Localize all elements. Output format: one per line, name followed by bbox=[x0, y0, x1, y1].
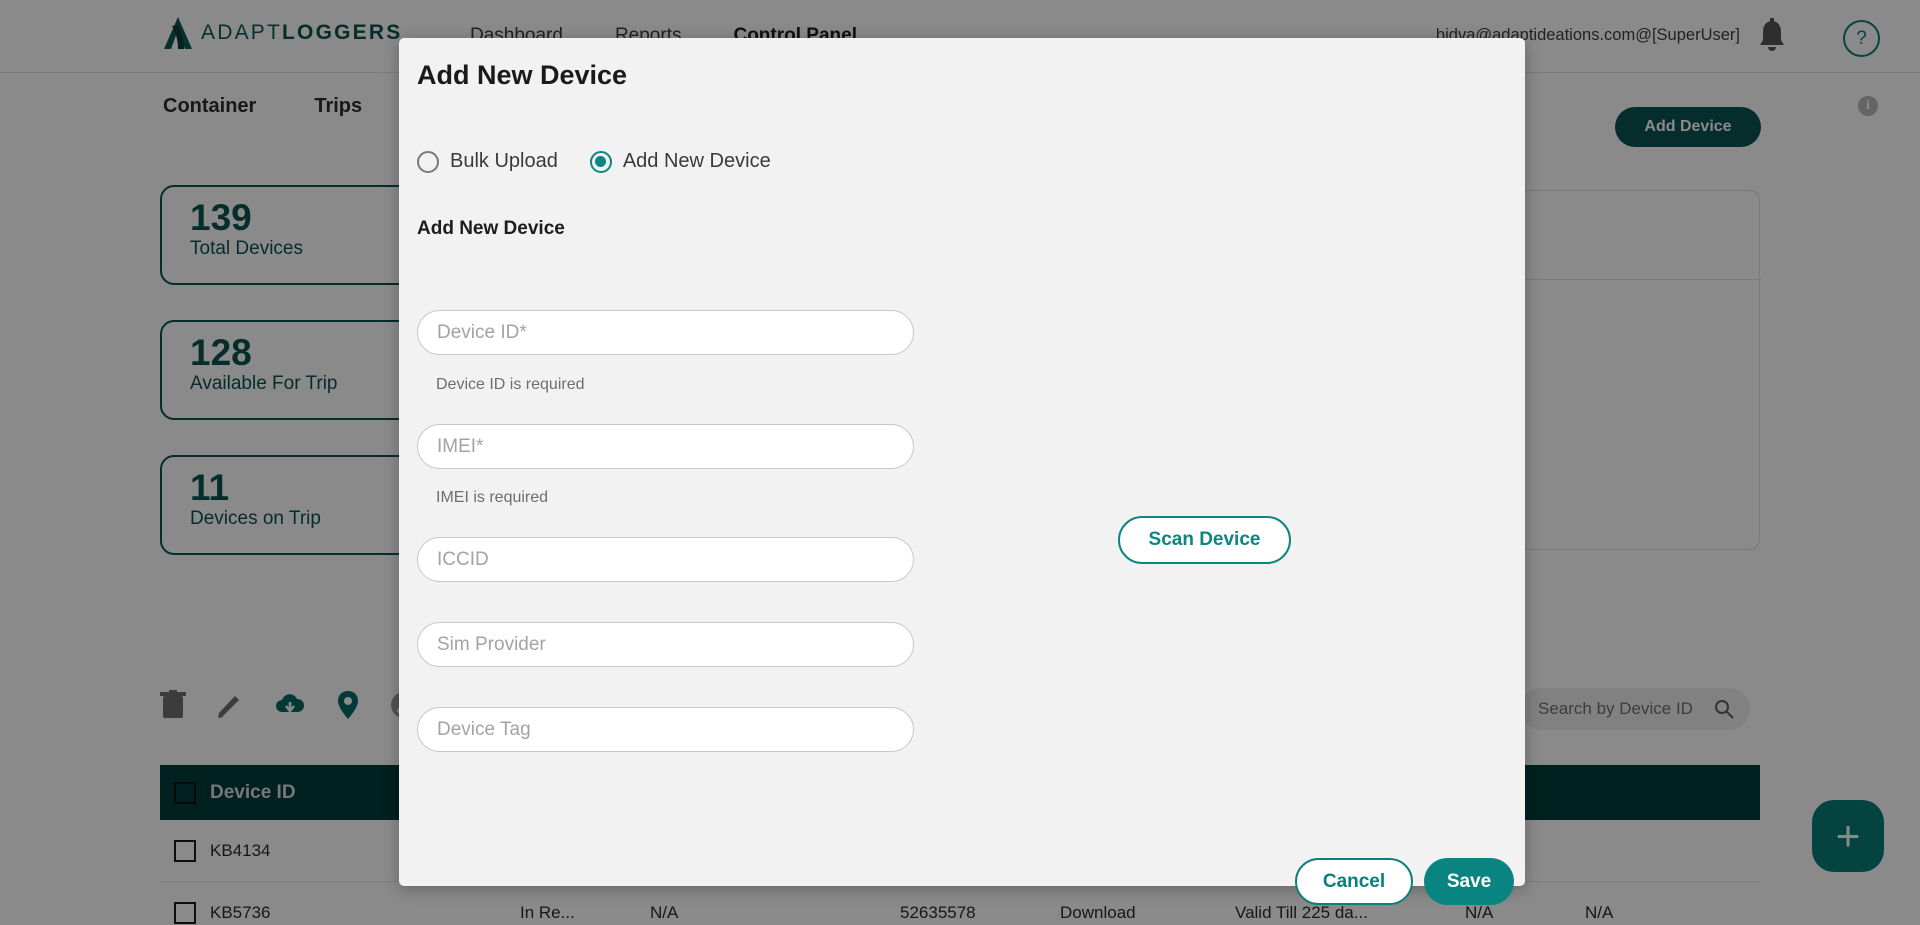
radio-unselected-icon[interactable] bbox=[417, 150, 439, 173]
dialog-title: Add New Device bbox=[417, 60, 628, 90]
mode-radio-group: Bulk Upload Add New Device bbox=[417, 150, 771, 173]
imei-error: IMEI is required bbox=[436, 489, 549, 506]
radio-option-bulk-upload[interactable]: Bulk Upload bbox=[417, 150, 558, 173]
iccid-input[interactable]: ICCID bbox=[417, 537, 914, 582]
device-id-error: Device ID is required bbox=[436, 376, 585, 393]
radio-label: Add New Device bbox=[622, 150, 771, 172]
save-button[interactable]: Save bbox=[1424, 858, 1514, 905]
radio-option-add-new-device[interactable]: Add New Device bbox=[589, 150, 771, 173]
form-section-title: Add New Device bbox=[417, 218, 565, 239]
radio-label: Bulk Upload bbox=[450, 150, 558, 172]
add-new-device-dialog: Add New Device Bulk Upload Add New Devic… bbox=[399, 38, 1525, 905]
device-tag-input[interactable]: Device Tag bbox=[417, 707, 914, 752]
scan-device-button[interactable]: Scan Device bbox=[1118, 516, 1291, 564]
sim-provider-input[interactable]: Sim Provider bbox=[417, 622, 914, 667]
radio-selected-icon[interactable] bbox=[589, 150, 612, 173]
imei-input[interactable]: IMEI* bbox=[417, 424, 914, 469]
device-id-input[interactable]: Device ID* bbox=[417, 310, 914, 355]
cancel-button[interactable]: Cancel bbox=[1295, 858, 1413, 905]
